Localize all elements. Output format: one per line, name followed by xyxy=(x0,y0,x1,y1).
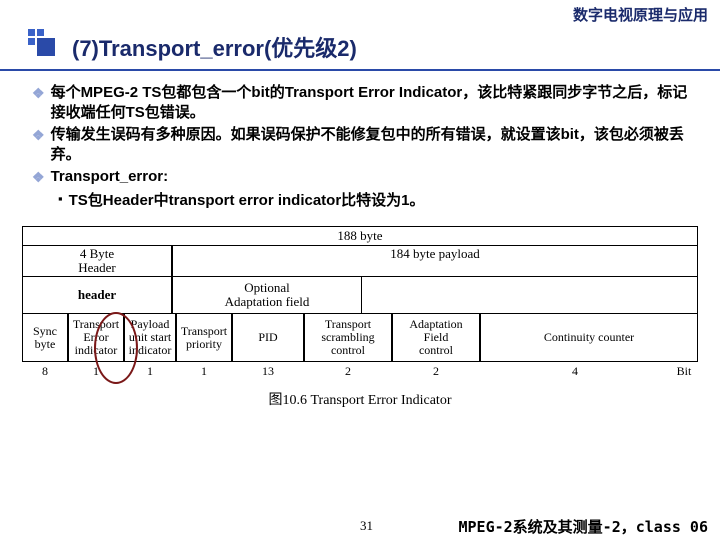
bits-afc: 2 xyxy=(392,362,480,381)
bits-tsc: 2 xyxy=(304,362,392,381)
header-fields-row: Sync byte Transport Error indicator Payl… xyxy=(22,314,698,362)
field-transport-error-indicator: Transport Error indicator xyxy=(68,314,124,362)
bits-pid: 13 xyxy=(232,362,304,381)
header-4byte-label: 4 Byte Header xyxy=(22,246,172,277)
footer: 31 MPEG-2系统及其测量-2，class 06 xyxy=(0,518,720,534)
square-icon: ▪ xyxy=(58,189,63,210)
sub-bullet-item: ▪ TS包Header中transport error indicator比特设… xyxy=(58,189,696,210)
section-heading: (7)Transport_error(优先级2) xyxy=(0,25,720,71)
field-continuity-counter: Continuity counter xyxy=(480,314,698,362)
field-pid: PID xyxy=(232,314,304,362)
bullet-item: ❖ 传输发生误码有多种原因。如果误码保护不能修复包中的所有错误，就设置该bit，… xyxy=(32,125,696,165)
logo-icon xyxy=(28,29,62,53)
bullet-text: 每个MPEG-2 TS包都包含一个bit的Transport Error Ind… xyxy=(51,83,696,123)
bits-tei: 1 xyxy=(68,362,124,381)
diamond-icon: ❖ xyxy=(32,167,45,187)
field-adaptation-control: Adaptation Field control xyxy=(392,314,480,362)
field-payload-unit-start: Payload unit start indicator xyxy=(124,314,176,362)
payload-label: 184 byte payload xyxy=(172,246,698,277)
top-title: 数字电视原理与应用 xyxy=(0,0,720,25)
diamond-icon: ❖ xyxy=(32,125,45,165)
bits-tp: 1 xyxy=(176,362,232,381)
diamond-icon: ❖ xyxy=(32,83,45,123)
field-transport-priority: Transport priority xyxy=(176,314,232,362)
page-number: 31 xyxy=(360,518,373,534)
footer-right-text: MPEG-2系统及其测量-2，class 06 xyxy=(459,516,709,537)
bullet-text: TS包Header中transport error indicator比特设为1… xyxy=(69,189,425,210)
bits-cc: 4 xyxy=(480,362,670,381)
bullet-text: Transport_error: xyxy=(51,167,169,187)
bit-widths-row: 8 1 1 1 13 2 2 4 Bit xyxy=(22,362,698,381)
figure-caption: 图10.6 Transport Error Indicator xyxy=(22,389,698,409)
field-scrambling-control: Transport scrambling control xyxy=(304,314,392,362)
blank-cell xyxy=(362,277,698,314)
bit-unit-label: Bit xyxy=(670,362,698,381)
optional-adaptation-field-label: Optional Adaptation field xyxy=(172,277,362,314)
bullet-item: ❖ Transport_error: xyxy=(32,167,696,187)
section-title: (7)Transport_error(优先级2) xyxy=(72,36,357,61)
packet-structure-figure: 188 byte 4 Byte Header 184 byte payload … xyxy=(22,226,698,409)
bullet-item: ❖ 每个MPEG-2 TS包都包含一个bit的Transport Error I… xyxy=(32,83,696,123)
bits-pusi: 1 xyxy=(124,362,176,381)
bullet-list: ❖ 每个MPEG-2 TS包都包含一个bit的Transport Error I… xyxy=(0,79,720,220)
field-sync-byte: Sync byte xyxy=(22,314,68,362)
total-length-label: 188 byte xyxy=(22,226,698,246)
header-label: header xyxy=(22,277,172,314)
bullet-text: 传输发生误码有多种原因。如果误码保护不能修复包中的所有错误，就设置该bit，该包… xyxy=(51,125,696,165)
bits-sync: 8 xyxy=(22,362,68,381)
